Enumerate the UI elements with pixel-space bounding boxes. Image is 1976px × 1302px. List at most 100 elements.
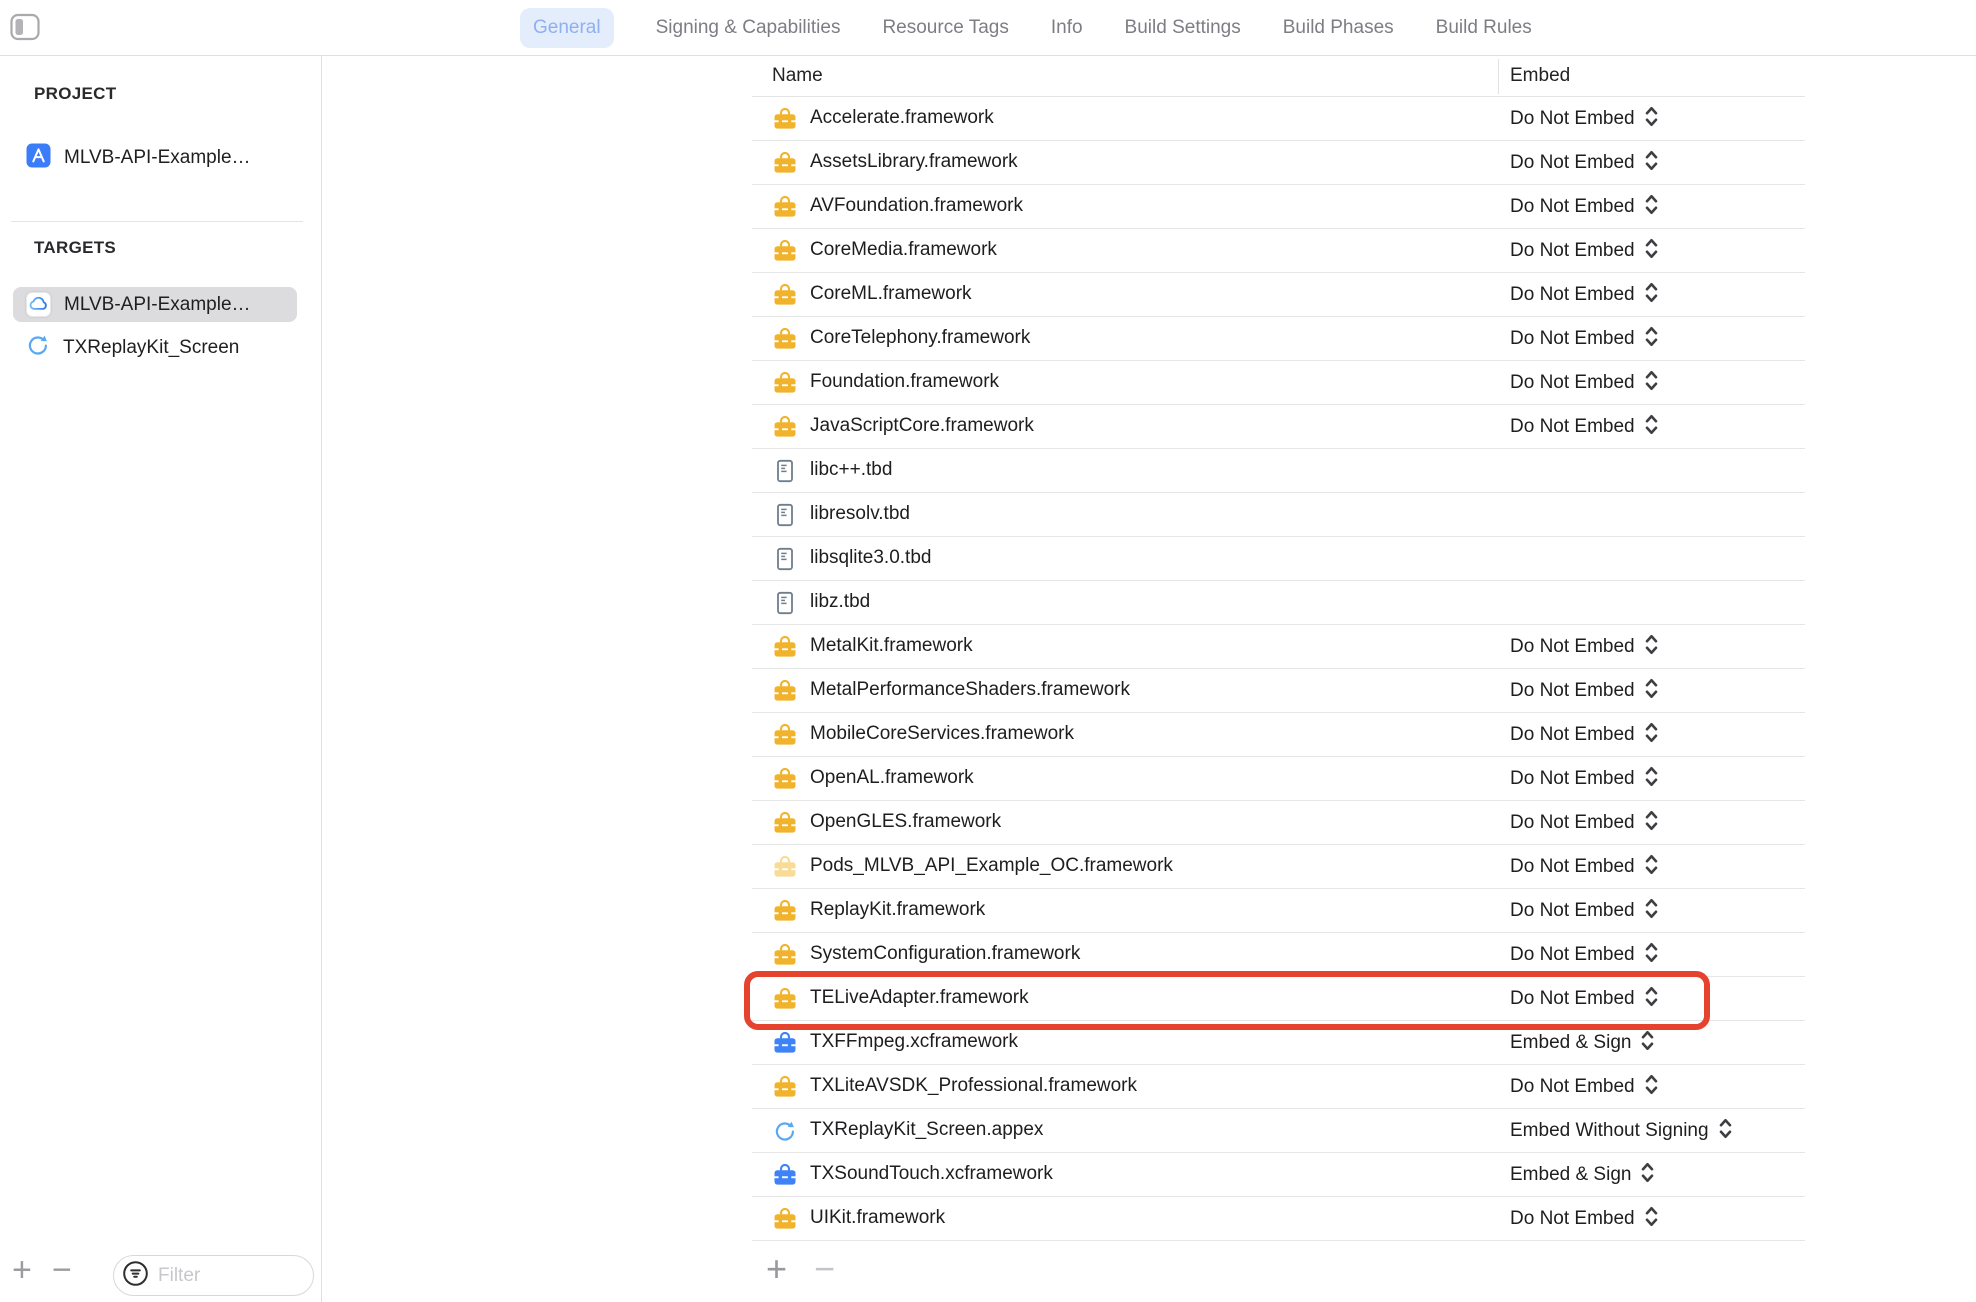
table-row[interactable]: TELiveAdapter.frameworkDo Not Embed <box>752 977 1805 1021</box>
embed-dropdown[interactable]: Do Not Embed <box>1510 757 1658 800</box>
table-row[interactable]: TXSoundTouch.xcframeworkEmbed & Sign <box>752 1153 1805 1197</box>
table-row[interactable]: Pods_MLVB_API_Example_OC.frameworkDo Not… <box>752 845 1805 889</box>
chevron-updown-icon <box>1719 1118 1732 1144</box>
tab-build-rules[interactable]: Build Rules <box>1436 17 1532 39</box>
embed-dropdown[interactable]: Embed & Sign <box>1510 1153 1654 1196</box>
framework-yellow-icon <box>773 679 797 703</box>
table-row[interactable]: AssetsLibrary.frameworkDo Not Embed <box>752 141 1805 185</box>
framework-name: SystemConfiguration.framework <box>810 943 1080 965</box>
framework-name: AVFoundation.framework <box>810 195 1023 217</box>
framework-name: CoreML.framework <box>810 283 972 305</box>
column-header-name: Name <box>772 65 823 87</box>
chevron-updown-icon <box>1645 810 1658 836</box>
embed-value: Do Not Embed <box>1510 240 1635 262</box>
embed-dropdown[interactable]: Do Not Embed <box>1510 405 1658 448</box>
embed-dropdown[interactable]: Embed & Sign <box>1510 1021 1654 1064</box>
framework-name: Accelerate.framework <box>810 107 994 129</box>
tab-build-phases[interactable]: Build Phases <box>1283 17 1394 39</box>
refresh-icon <box>26 333 50 362</box>
embed-dropdown[interactable]: Do Not Embed <box>1510 317 1658 360</box>
chevron-updown-icon <box>1641 1162 1654 1188</box>
table-row[interactable]: libsqlite3.0.tbd <box>752 537 1805 581</box>
table-row[interactable]: MetalKit.frameworkDo Not Embed <box>752 625 1805 669</box>
table-remove-button[interactable]: − <box>814 1248 835 1290</box>
tab-signing-capabilities[interactable]: Signing & Capabilities <box>656 17 841 39</box>
embed-dropdown[interactable]: Do Not Embed <box>1510 933 1658 976</box>
embed-dropdown[interactable]: Do Not Embed <box>1510 1197 1658 1240</box>
frameworks-table: Accelerate.frameworkDo Not EmbedAssetsLi… <box>752 97 1805 1241</box>
sidebar-add-button[interactable]: + <box>12 1253 32 1287</box>
table-add-button[interactable]: + <box>766 1248 787 1290</box>
table-row[interactable]: libc++.tbd <box>752 449 1805 493</box>
embed-dropdown[interactable]: Do Not Embed <box>1510 273 1658 316</box>
embed-dropdown[interactable]: Do Not Embed <box>1510 801 1658 844</box>
sidebar-item-target-mlvb-api-example-[interactable]: MLVB-API-Example… <box>13 287 297 322</box>
framework-name: OpenAL.framework <box>810 767 974 789</box>
sidebar-divider <box>11 221 303 222</box>
framework-yellow-icon <box>773 635 797 659</box>
table-row[interactable]: MetalPerformanceShaders.frameworkDo Not … <box>752 669 1805 713</box>
framework-name: TXReplayKit_Screen.appex <box>810 1119 1043 1141</box>
sidebar-item-target-txreplaykit-screen[interactable]: TXReplayKit_Screen <box>13 330 297 365</box>
table-row[interactable]: CoreMedia.frameworkDo Not Embed <box>752 229 1805 273</box>
table-row[interactable]: OpenGLES.frameworkDo Not Embed <box>752 801 1805 845</box>
embed-dropdown[interactable]: Do Not Embed <box>1510 669 1658 712</box>
sidebar-item-project[interactable]: MLVB-API-Example… <box>14 140 298 176</box>
framework-name: JavaScriptCore.framework <box>810 415 1034 437</box>
embed-value: Do Not Embed <box>1510 680 1635 702</box>
embed-dropdown[interactable]: Embed Without Signing <box>1510 1109 1732 1152</box>
sidebar-toggle-icon[interactable] <box>10 13 40 41</box>
editor-tab-bar: General Signing & Capabilities Resource Ta… <box>520 0 1532 55</box>
embed-dropdown[interactable]: Do Not Embed <box>1510 97 1658 140</box>
filter-input[interactable]: Filter <box>113 1255 314 1296</box>
tab-resource-tags[interactable]: Resource Tags <box>882 17 1008 39</box>
embed-value: Do Not Embed <box>1510 768 1635 790</box>
table-row[interactable]: AVFoundation.framework Do Not Embed <box>752 185 1805 229</box>
table-row[interactable]: UIKit.frameworkDo Not Embed <box>752 1197 1805 1241</box>
table-row[interactable]: SystemConfiguration.framework Do Not Embe… <box>752 933 1805 977</box>
table-row[interactable]: Accelerate.framework Do Not Embed <box>752 97 1805 141</box>
framework-name: CoreTelephony.framework <box>810 327 1030 349</box>
embed-dropdown[interactable]: Do Not Embed <box>1510 713 1658 756</box>
xcode-project-editor: General Signing & Capabilities Resource Ta… <box>0 0 1976 1302</box>
embed-dropdown[interactable]: Do Not Embed <box>1510 625 1658 668</box>
chevron-updown-icon <box>1645 854 1658 880</box>
embed-dropdown[interactable]: Do Not Embed <box>1510 1065 1658 1108</box>
embed-dropdown[interactable]: Do Not Embed <box>1510 845 1658 888</box>
embed-dropdown[interactable]: Do Not Embed <box>1510 185 1658 228</box>
embed-value: Do Not Embed <box>1510 944 1635 966</box>
embed-dropdown[interactable]: Do Not Embed <box>1510 141 1658 184</box>
sidebar-remove-button[interactable]: − <box>52 1253 72 1287</box>
table-row[interactable]: CoreTelephony.framework Do Not Embed <box>752 317 1805 361</box>
chevron-updown-icon <box>1645 722 1658 748</box>
tab-general[interactable]: General <box>520 8 614 48</box>
table-row[interactable]: Foundation.framework Do Not Embed <box>752 361 1805 405</box>
embed-value: Do Not Embed <box>1510 856 1635 878</box>
framework-yellow-icon <box>773 195 797 219</box>
framework-name: Foundation.framework <box>810 371 999 393</box>
tab-info[interactable]: Info <box>1051 17 1083 39</box>
table-row[interactable]: libz.tbd <box>752 581 1805 625</box>
table-row[interactable]: MobileCoreServices.frameworkDo Not Embed <box>752 713 1805 757</box>
table-row[interactable]: OpenAL.framework Do Not Embed <box>752 757 1805 801</box>
embed-dropdown[interactable]: Do Not Embed <box>1510 229 1658 272</box>
embed-value: Do Not Embed <box>1510 108 1635 130</box>
framework-name: libsqlite3.0.tbd <box>810 547 931 569</box>
targets-section-header: TARGETS <box>34 238 116 258</box>
table-row[interactable]: CoreML.framework Do Not Embed <box>752 273 1805 317</box>
table-row[interactable]: ReplayKit.frameworkDo Not Embed <box>752 889 1805 933</box>
framework-name: libresolv.tbd <box>810 503 910 525</box>
table-row[interactable]: libresolv.tbd <box>752 493 1805 537</box>
framework-yellow-icon <box>773 767 797 791</box>
table-row[interactable]: JavaScriptCore.framework Do Not Embed <box>752 405 1805 449</box>
embed-dropdown[interactable]: Do Not Embed <box>1510 977 1658 1020</box>
embed-dropdown[interactable]: Do Not Embed <box>1510 361 1658 404</box>
tbd-document-icon <box>773 547 797 571</box>
table-row[interactable]: TXFFmpeg.xcframeworkEmbed & Sign <box>752 1021 1805 1065</box>
framework-yellow-icon <box>773 987 797 1011</box>
embed-dropdown[interactable]: Do Not Embed <box>1510 889 1658 932</box>
table-row[interactable]: TXReplayKit_Screen.appex Embed Without Si… <box>752 1109 1805 1153</box>
table-row[interactable]: TXLiteAVSDK_Professional.frameworkDo Not… <box>752 1065 1805 1109</box>
tbd-document-icon <box>773 503 797 527</box>
tab-build-settings[interactable]: Build Settings <box>1125 17 1241 39</box>
